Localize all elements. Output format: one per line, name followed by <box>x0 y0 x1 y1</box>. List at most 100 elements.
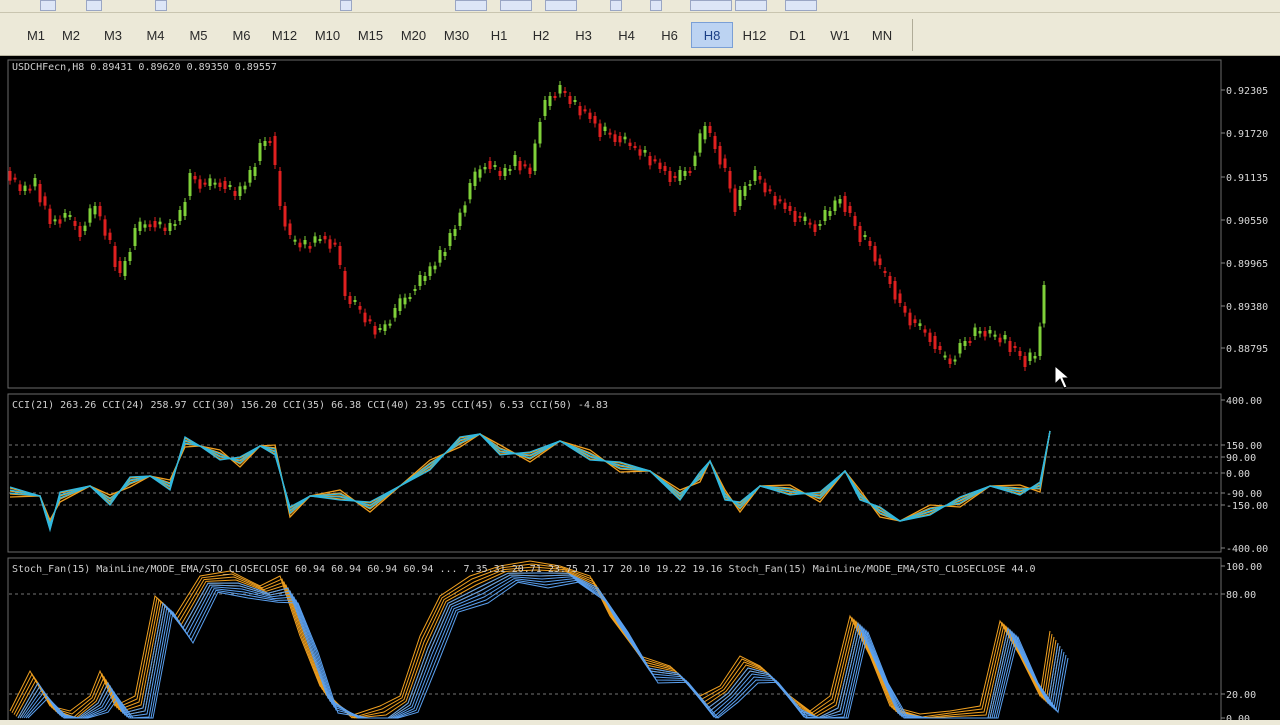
price-candle <box>773 196 777 206</box>
timeframe-h1[interactable]: H1 <box>478 22 520 48</box>
stoch-axis-label: 100.00 <box>1226 562 1262 573</box>
toolbar-button[interactable] <box>610 0 622 11</box>
toolbar-button[interactable] <box>155 0 167 11</box>
price-candle <box>43 196 47 206</box>
price-candle <box>503 168 507 176</box>
timeframe-mn[interactable]: MN <box>861 22 903 48</box>
price-candle <box>688 171 692 173</box>
price-candle <box>1042 285 1046 324</box>
toolbar-button[interactable] <box>785 0 817 11</box>
price-candle <box>648 156 652 166</box>
timeframe-m5[interactable]: M5 <box>177 22 220 48</box>
price-candle <box>448 233 452 246</box>
price-candle <box>608 132 612 135</box>
timeframe-toolbar: M1 M2 M3 M4 M5 M6 M12 M10 M15 M20 M30 H1 H2 H3 H4 H6 H8 H… <box>0 13 1280 56</box>
price-candle <box>378 328 382 330</box>
mouse-cursor-icon <box>1054 364 1071 389</box>
timeframe-h8[interactable]: H8 <box>691 22 733 48</box>
price-candle <box>668 171 672 182</box>
timeframe-m4[interactable]: M4 <box>134 22 177 48</box>
price-candle <box>913 319 917 323</box>
price-candle <box>833 200 837 211</box>
toolbar-button[interactable] <box>500 0 532 11</box>
price-candle <box>698 133 702 153</box>
price-candle <box>613 134 617 142</box>
timeframe-m30[interactable]: M30 <box>435 22 478 48</box>
toolbar-button[interactable] <box>86 0 102 11</box>
price-candle <box>528 167 532 174</box>
price-candle <box>708 126 712 133</box>
timeframe-w1[interactable]: W1 <box>819 22 861 48</box>
price-candle <box>953 359 957 362</box>
price-candle <box>598 123 602 137</box>
price-candle <box>898 293 902 303</box>
timeframe-m3[interactable]: M3 <box>92 22 134 48</box>
price-candle <box>168 223 172 231</box>
timeframe-m12[interactable]: M12 <box>263 22 306 48</box>
timeframe-m20[interactable]: M20 <box>392 22 435 48</box>
timeframe-h3[interactable]: H3 <box>562 22 605 48</box>
timeframe-h4[interactable]: H4 <box>605 22 648 48</box>
price-candle <box>308 246 312 249</box>
price-candle <box>888 276 892 284</box>
cci-axis-label: -90.00 <box>1226 489 1262 500</box>
price-candle <box>573 100 577 102</box>
timeframe-h6[interactable]: H6 <box>648 22 691 48</box>
cci-axis-label: 150.00 <box>1226 441 1262 452</box>
price-axis-label: 0.92305 <box>1226 86 1268 97</box>
toolbar-button[interactable] <box>40 0 56 11</box>
timeframe-m15[interactable]: M15 <box>349 22 392 48</box>
toolbar-button[interactable] <box>455 0 487 11</box>
price-candle <box>628 142 632 146</box>
timeframe-m2[interactable]: M2 <box>50 22 92 48</box>
price-candle <box>1033 356 1037 359</box>
toolbar-button[interactable] <box>735 0 767 11</box>
price-candle <box>978 331 982 334</box>
price-candle <box>103 219 107 236</box>
price-candle <box>723 158 727 168</box>
price-candle <box>98 206 102 217</box>
price-candle <box>778 199 782 202</box>
toolbar-button[interactable] <box>545 0 577 11</box>
stoch-line-slow <box>27 581 1069 719</box>
timeframe-m10[interactable]: M10 <box>306 22 349 48</box>
timeframe-h12[interactable]: H12 <box>733 22 776 48</box>
price-candle <box>288 223 292 235</box>
toolbar-button[interactable] <box>340 0 352 11</box>
timeframe-d1[interactable]: D1 <box>776 22 819 48</box>
price-axis-label: 0.91135 <box>1226 173 1268 184</box>
price-candle <box>513 155 517 166</box>
timeframe-m1[interactable]: M1 <box>22 22 50 48</box>
price-candle <box>188 173 192 196</box>
price-candle <box>438 250 442 263</box>
price-candle <box>798 216 802 218</box>
price-candle <box>753 170 757 181</box>
timeframe-h2[interactable]: H2 <box>520 22 562 48</box>
price-candle <box>638 149 642 156</box>
price-candle <box>13 177 17 180</box>
timeframe-m6[interactable]: M6 <box>220 22 263 48</box>
price-candle <box>548 96 552 106</box>
toolbar-button[interactable] <box>690 0 732 11</box>
price-candle <box>748 184 752 186</box>
toolbar-button[interactable] <box>650 0 662 11</box>
price-candle <box>558 85 562 94</box>
price-candle <box>453 229 457 236</box>
chart-canvas[interactable]: 0.92305 0.91720 0.91135 0.90550 0.89965 0.893… <box>0 56 1280 725</box>
price-candle <box>88 208 92 223</box>
price-candle <box>788 206 792 211</box>
price-candle <box>458 212 462 226</box>
price-candle <box>243 185 247 190</box>
chart-window[interactable]: 0.92305 0.91720 0.91135 0.90550 0.89965 0.893… <box>0 56 1280 725</box>
cci-indicator-label: CCI(21) 263.26 CCI(24) 258.97 CCI(30) 15… <box>12 400 609 411</box>
price-candle <box>28 188 32 191</box>
price-candle <box>593 116 597 124</box>
stoch-line-fast <box>13 566 1055 719</box>
price-candle <box>803 216 807 221</box>
price-candle <box>983 331 987 337</box>
price-candle <box>468 183 472 200</box>
price-candle <box>923 329 927 333</box>
price-candle <box>693 155 697 166</box>
price-candle <box>578 106 582 116</box>
price-candle <box>228 185 232 187</box>
